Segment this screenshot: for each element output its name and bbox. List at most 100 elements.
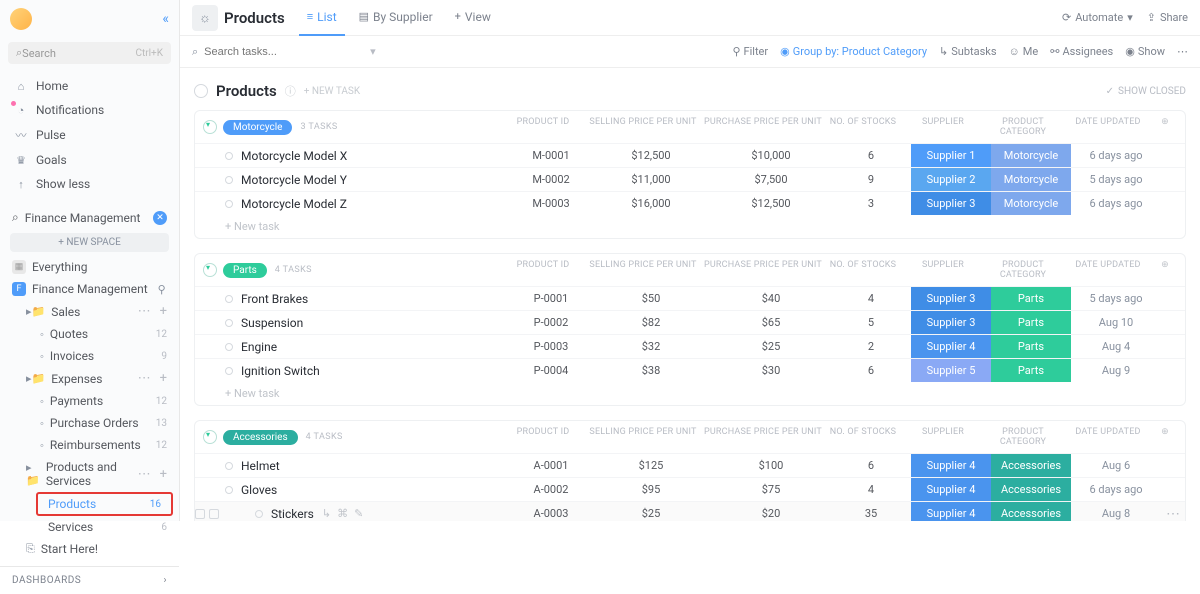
- cell-stocks[interactable]: 6: [831, 144, 911, 167]
- tree-purchase-orders[interactable]: ◦Purchase Orders13: [0, 412, 179, 434]
- task-name[interactable]: Stickers: [271, 507, 314, 521]
- cell-category[interactable]: Motorcycle: [991, 168, 1071, 191]
- col-updated[interactable]: DATE UPDATED: [1063, 260, 1153, 280]
- cell-product-id[interactable]: A-0003: [511, 502, 591, 521]
- cell-updated[interactable]: 6 days ago: [1071, 478, 1161, 501]
- cell-purchase-price[interactable]: $10,000: [711, 144, 831, 167]
- task-name[interactable]: Ignition Switch: [241, 364, 320, 378]
- col-supplier[interactable]: SUPPLIER: [903, 427, 983, 447]
- tree-expenses[interactable]: ▸📁Expenses⋯+: [0, 367, 179, 390]
- cell-updated[interactable]: 6 days ago: [1071, 144, 1161, 167]
- group-badge[interactable]: Motorcycle: [223, 120, 292, 135]
- collapse-sidebar-icon[interactable]: «: [162, 11, 169, 27]
- task-row[interactable]: Stickers↳⌘✎ A-0003 $25 $20 35 Supplier 4…: [195, 501, 1185, 521]
- cell-product-id[interactable]: P-0003: [511, 335, 591, 358]
- col-stocks[interactable]: NO. OF STOCKS: [823, 427, 903, 447]
- search-input[interactable]: ⌕ Search Ctrl+K: [8, 42, 171, 64]
- chevron-down-icon[interactable]: ▾: [370, 45, 376, 58]
- task-row[interactable]: Motorcycle Model X M-0001 $12,500 $10,00…: [195, 143, 1185, 167]
- nav-pulse[interactable]: 〰Pulse: [0, 122, 179, 148]
- col-stocks[interactable]: NO. OF STOCKS: [823, 260, 903, 280]
- col-category[interactable]: PRODUCT CATEGORY: [983, 117, 1063, 137]
- task-name[interactable]: Motorcycle Model Y: [241, 173, 347, 187]
- subtasks-button[interactable]: ↳Subtasks: [939, 45, 997, 58]
- tree-finance-management[interactable]: FFinance Management⚲: [0, 278, 179, 300]
- cell-selling-price[interactable]: $12,500: [591, 144, 711, 167]
- show-button[interactable]: ◉Show: [1125, 45, 1165, 58]
- task-name[interactable]: Suspension: [241, 316, 303, 330]
- group-header[interactable]: Parts 4 TASKS PRODUCT ID SELLING PRICE P…: [195, 254, 1185, 286]
- show-closed-button[interactable]: ✓SHOW CLOSED: [1106, 86, 1186, 97]
- cell-purchase-price[interactable]: $12,500: [711, 192, 831, 215]
- cell-purchase-price[interactable]: $75: [711, 478, 831, 501]
- cell-purchase-price[interactable]: $20: [711, 502, 831, 521]
- filter-button[interactable]: ⚲Filter: [732, 45, 768, 58]
- task-row[interactable]: Engine P-0003 $32 $25 2 Supplier 4 Parts…: [195, 334, 1185, 358]
- task-row[interactable]: Gloves A-0002 $95 $75 4 Supplier 4 Acces…: [195, 477, 1185, 501]
- cell-purchase-price[interactable]: $40: [711, 287, 831, 310]
- status-dot-icon[interactable]: [225, 295, 233, 303]
- cell-category[interactable]: Motorcycle: [991, 192, 1071, 215]
- col-category[interactable]: PRODUCT CATEGORY: [983, 260, 1063, 280]
- row-more-icon[interactable]: [1161, 454, 1185, 477]
- cell-stocks[interactable]: 6: [831, 454, 911, 477]
- cell-product-id[interactable]: P-0002: [511, 311, 591, 334]
- cell-stocks[interactable]: 4: [831, 478, 911, 501]
- cell-supplier[interactable]: Supplier 4: [911, 478, 991, 501]
- cell-supplier[interactable]: Supplier 4: [911, 335, 991, 358]
- new-space-button[interactable]: + NEW SPACE: [10, 233, 169, 252]
- new-task-row[interactable]: + New task: [195, 382, 1185, 405]
- col-selling-price[interactable]: SELLING PRICE PER UNIT: [583, 260, 703, 280]
- task-row[interactable]: Ignition Switch P-0004 $38 $30 6 Supplie…: [195, 358, 1185, 382]
- status-dot-icon[interactable]: [225, 486, 233, 494]
- row-more-icon[interactable]: [1161, 478, 1185, 501]
- cell-category[interactable]: Parts: [991, 335, 1071, 358]
- cell-selling-price[interactable]: $82: [591, 311, 711, 334]
- more-icon[interactable]: ⋯: [138, 304, 151, 319]
- col-category[interactable]: PRODUCT CATEGORY: [983, 427, 1063, 447]
- cell-updated[interactable]: 6 days ago: [1071, 192, 1161, 215]
- task-row[interactable]: Front Brakes P-0001 $50 $40 4 Supplier 3…: [195, 286, 1185, 310]
- me-button[interactable]: ☺Me: [1009, 45, 1039, 58]
- nav-goals[interactable]: ♛Goals: [0, 148, 179, 172]
- tree-products[interactable]: Products16: [38, 494, 171, 514]
- cell-stocks[interactable]: 2: [831, 335, 911, 358]
- add-icon[interactable]: +: [160, 371, 167, 386]
- status-dot-icon[interactable]: [225, 176, 233, 184]
- collapse-group-icon[interactable]: [203, 430, 217, 444]
- new-task-button[interactable]: + NEW TASK: [304, 86, 360, 97]
- cell-purchase-price[interactable]: $65: [711, 311, 831, 334]
- row-select[interactable]: [195, 509, 219, 519]
- space-header[interactable]: ⌕ Finance Management ✕: [0, 202, 179, 229]
- cell-purchase-price[interactable]: $25: [711, 335, 831, 358]
- subtask-icon[interactable]: ↳: [322, 507, 331, 520]
- cell-stocks[interactable]: 9: [831, 168, 911, 191]
- task-row[interactable]: Motorcycle Model Z M-0003 $16,000 $12,50…: [195, 191, 1185, 215]
- status-dot-icon[interactable]: [225, 200, 233, 208]
- cell-category[interactable]: Motorcycle: [991, 144, 1071, 167]
- row-more-icon[interactable]: [1161, 335, 1185, 358]
- col-product-id[interactable]: PRODUCT ID: [503, 117, 583, 137]
- task-row[interactable]: Motorcycle Model Y M-0002 $11,000 $7,500…: [195, 167, 1185, 191]
- status-circle-icon[interactable]: [194, 84, 208, 98]
- group-badge[interactable]: Parts: [223, 263, 267, 278]
- cell-category[interactable]: Parts: [991, 359, 1071, 382]
- more-icon[interactable]: ⋯: [138, 467, 151, 482]
- cell-product-id[interactable]: A-0001: [511, 454, 591, 477]
- cell-stocks[interactable]: 5: [831, 311, 911, 334]
- col-stocks[interactable]: NO. OF STOCKS: [823, 117, 903, 137]
- col-purchase-price[interactable]: PURCHASE PRICE PER UNIT: [703, 427, 823, 447]
- cell-purchase-price[interactable]: $7,500: [711, 168, 831, 191]
- cell-stocks[interactable]: 4: [831, 287, 911, 310]
- cell-category[interactable]: Parts: [991, 287, 1071, 310]
- col-product-id[interactable]: PRODUCT ID: [503, 260, 583, 280]
- cell-supplier[interactable]: Supplier 3: [911, 287, 991, 310]
- tab-list[interactable]: ≡List: [299, 0, 345, 36]
- task-name[interactable]: Front Brakes: [241, 292, 308, 306]
- cell-purchase-price[interactable]: $100: [711, 454, 831, 477]
- tree-sales[interactable]: ▸📁Sales⋯+: [0, 300, 179, 323]
- tree-quotes[interactable]: ◦Quotes12: [0, 323, 179, 345]
- tree-everything[interactable]: ▦Everything: [0, 256, 179, 278]
- status-dot-icon[interactable]: [255, 510, 263, 518]
- cell-category[interactable]: Accessories: [991, 502, 1071, 521]
